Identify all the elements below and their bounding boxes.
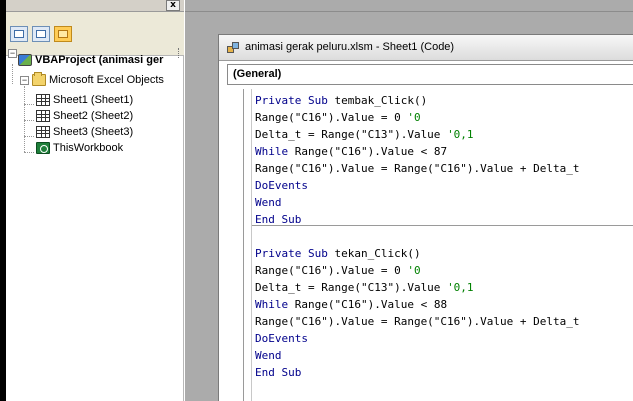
code-line[interactable]: Range("C16").Value = Range("C16").Value …: [255, 313, 580, 330]
code-line[interactable]: DoEvents: [255, 330, 580, 347]
code-line[interactable]: Wend: [255, 347, 580, 364]
code-line[interactable]: DoEvents: [255, 177, 580, 194]
code-comment: '0: [407, 111, 421, 124]
code-keyword: Wend: [255, 349, 282, 362]
code-keyword: While: [255, 298, 295, 311]
worksheet-icon: [36, 126, 50, 139]
code-window-icon: [227, 42, 240, 53]
workbook-icon: [36, 142, 50, 155]
code-line[interactable]: Private Sub tekan_Click(): [255, 245, 580, 262]
tree-item-sheet1[interactable]: Sheet1 (Sheet1): [36, 92, 134, 108]
tree-connector: [24, 120, 34, 121]
view-code-icon: [14, 30, 24, 38]
code-line[interactable]: Delta_t = Range("C13").Value '0,1: [255, 279, 580, 296]
tree-item-sheet3[interactable]: Sheet3 (Sheet3): [36, 124, 133, 140]
tree-connector: [24, 86, 25, 152]
vba-project-icon: [18, 54, 32, 67]
tree-connector: [24, 136, 34, 137]
code-comment: '0,1: [447, 281, 474, 294]
toolbar-grip[interactable]: [178, 48, 182, 58]
code-token: Range("C16").Value = 0: [255, 264, 408, 277]
project-explorer-header: x: [6, 0, 184, 12]
collapse-project-icon[interactable]: −: [8, 49, 17, 58]
code-editor[interactable]: Private Sub tembak_Click() Range("C16").V…: [227, 89, 633, 401]
code-line[interactable]: Range("C16").Value = Range("C16").Value …: [255, 160, 580, 177]
code-window-titlebar[interactable]: animasi gerak peluru.xlsm - Sheet1 (Code…: [219, 35, 633, 61]
code-window-title: animasi gerak peluru.xlsm - Sheet1 (Code…: [245, 41, 455, 53]
code-keyword: End Sub: [255, 213, 302, 226]
margin-indicator-bar[interactable]: [227, 89, 244, 401]
code-line[interactable]: While Range("C16").Value < 88: [255, 296, 580, 313]
view-code-button[interactable]: [10, 26, 28, 42]
code-keyword: While: [255, 145, 295, 158]
code-line[interactable]: End Sub: [255, 211, 580, 228]
folder-icon: [58, 30, 68, 38]
code-line[interactable]: Private Sub tembak_Click(): [255, 92, 580, 109]
worksheet-icon: [36, 110, 50, 123]
code-text[interactable]: Private Sub tembak_Click() Range("C16").V…: [255, 92, 580, 381]
tree-item-project[interactable]: VBAProject (animasi ger: [18, 52, 163, 68]
code-keyword: Private Sub: [255, 94, 335, 107]
tree-item-excel-objects[interactable]: Microsoft Excel Objects: [32, 72, 164, 88]
toggle-folders-button[interactable]: [54, 26, 72, 42]
code-token: Range("C16").Value < 88: [294, 298, 448, 311]
object-dropdown[interactable]: (General): [227, 64, 633, 85]
tree-connector: [24, 152, 34, 153]
tree-connector: [12, 64, 13, 84]
code-token: Range("C16").Value = Range("C16").Value …: [255, 315, 580, 328]
code-window: animasi gerak peluru.xlsm - Sheet1 (Code…: [218, 34, 633, 401]
code-token: Range("C16").Value < 87: [294, 145, 448, 158]
tree-item-sheet2[interactable]: Sheet2 (Sheet2): [36, 108, 133, 124]
mdi-top-strip: [185, 0, 633, 12]
tree-item-thisworkbook[interactable]: ThisWorkbook: [36, 140, 123, 156]
code-token: Range("C16").Value = Range("C16").Value …: [255, 162, 580, 175]
code-gutter: [244, 89, 252, 401]
view-object-icon: [36, 30, 46, 38]
tree-connector: [24, 104, 34, 105]
close-icon[interactable]: x: [166, 0, 180, 11]
code-token: Delta_t = Range("C13").Value: [255, 128, 448, 141]
code-keyword: DoEvents: [255, 179, 308, 192]
code-keyword: DoEvents: [255, 332, 308, 345]
project-explorer-toolbar: [6, 12, 184, 58]
code-keyword: Private Sub: [255, 247, 335, 260]
code-line[interactable]: Range("C16").Value = 0 '0: [255, 109, 580, 126]
code-line[interactable]: Wend: [255, 194, 580, 211]
code-token: Range("C16").Value = 0: [255, 111, 408, 124]
code-keyword: End Sub: [255, 366, 302, 379]
code-line[interactable]: Delta_t = Range("C13").Value '0,1: [255, 126, 580, 143]
folder-icon: [32, 72, 46, 87]
code-token: Delta_t = Range("C13").Value: [255, 281, 448, 294]
project-explorer: x − VBAProject (animasi ger − Microsoft …: [6, 0, 184, 401]
code-token: tembak_Click(): [334, 94, 428, 107]
code-line[interactable]: Range("C16").Value = 0 '0: [255, 262, 580, 279]
code-token: tekan_Click(): [334, 247, 421, 260]
worksheet-icon: [36, 94, 50, 107]
code-keyword: Wend: [255, 196, 282, 209]
code-comment: '0,1: [447, 128, 474, 141]
view-object-button[interactable]: [32, 26, 50, 42]
collapse-folder-icon[interactable]: −: [20, 76, 29, 85]
code-line[interactable]: While Range("C16").Value < 87: [255, 143, 580, 160]
code-line[interactable]: End Sub: [255, 364, 580, 381]
code-comment: '0: [407, 264, 421, 277]
object-dropdown-value: (General): [233, 68, 282, 80]
